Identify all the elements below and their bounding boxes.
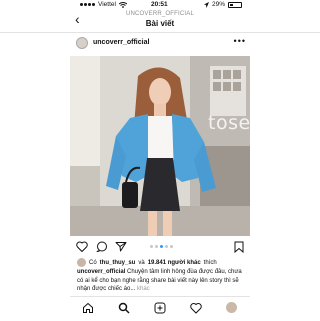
add-post-icon[interactable] bbox=[154, 302, 166, 314]
bookmark-icon[interactable] bbox=[234, 241, 244, 253]
likes-prefix: Có bbox=[89, 259, 97, 266]
likes-line: Có thu_thuy_su và 19.841 người khác thíc… bbox=[77, 258, 217, 267]
likes-and: và bbox=[138, 259, 145, 266]
post-photo-image bbox=[70, 56, 250, 236]
nav-bar: ‹ UNCOVERR_OFFICIAL Bài viết bbox=[0, 10, 320, 33]
pager-dot bbox=[165, 245, 168, 248]
activity-heart-icon[interactable] bbox=[190, 302, 202, 314]
heart-icon[interactable] bbox=[76, 241, 88, 252]
store-sign-text: tose bbox=[208, 112, 250, 134]
carrier-name: Viettel bbox=[98, 1, 116, 8]
location-icon bbox=[203, 1, 209, 8]
battery-icon bbox=[228, 1, 242, 8]
profile-icon[interactable] bbox=[226, 302, 237, 313]
pager-dot-active bbox=[160, 245, 163, 248]
post-header: uncoverr_official ••• bbox=[70, 34, 250, 54]
caption-username[interactable]: uncoverr_official bbox=[77, 269, 125, 275]
likes-suffix: thích bbox=[203, 259, 217, 266]
post-actions bbox=[70, 239, 250, 255]
page-title: Bài viết bbox=[145, 19, 175, 28]
battery-percent: 29% bbox=[211, 1, 225, 8]
avatar[interactable] bbox=[76, 37, 88, 49]
likes-count[interactable]: 19.841 người khác bbox=[148, 260, 201, 266]
status-bar: Viettel 20:51 29% bbox=[0, 0, 320, 10]
pager-dot bbox=[155, 245, 158, 248]
likes-user[interactable]: thu_thuy_su bbox=[100, 260, 136, 266]
post-caption: uncoverr_official Chuyện tâm linh hông đ… bbox=[77, 268, 245, 294]
carousel-pager bbox=[150, 245, 173, 248]
battery-group: 29% bbox=[203, 1, 242, 8]
carrier-group: Viettel bbox=[80, 1, 127, 8]
caption-more-link[interactable]: khác bbox=[137, 286, 150, 292]
bottom-tab-bar bbox=[70, 296, 250, 321]
search-icon[interactable] bbox=[118, 302, 130, 314]
more-options-icon[interactable]: ••• bbox=[234, 36, 246, 46]
wifi-icon bbox=[118, 1, 127, 8]
post-username[interactable]: uncoverr_official bbox=[93, 39, 149, 46]
signal-icon bbox=[80, 3, 95, 6]
post-photo[interactable]: tose bbox=[70, 56, 250, 236]
home-icon[interactable] bbox=[82, 302, 94, 314]
share-icon[interactable] bbox=[115, 241, 127, 252]
nav-account-name: UNCOVERR_OFFICIAL bbox=[125, 11, 195, 17]
pager-dot bbox=[150, 245, 153, 248]
comment-icon[interactable] bbox=[96, 241, 108, 252]
liker-avatar bbox=[77, 258, 86, 267]
clock: 20:51 bbox=[151, 1, 168, 8]
pager-dot bbox=[170, 245, 173, 248]
